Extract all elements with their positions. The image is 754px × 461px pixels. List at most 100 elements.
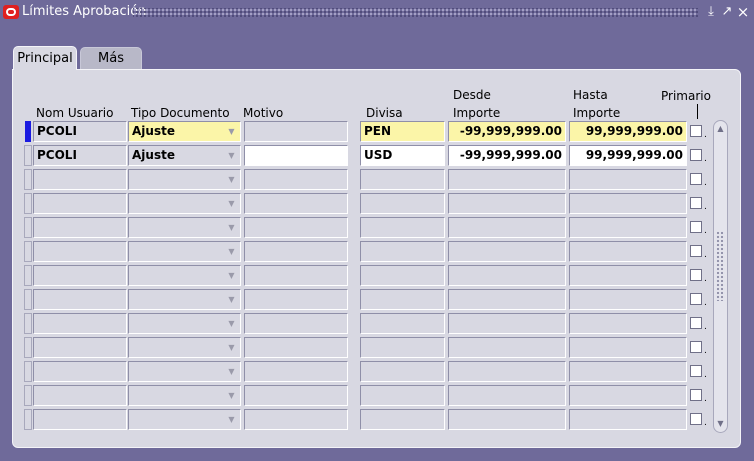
chevron-down-icon[interactable]: ▼ — [225, 365, 238, 378]
chevron-down-icon[interactable]: ▼ — [225, 413, 238, 426]
from-amount-field[interactable] — [448, 193, 566, 214]
currency-field[interactable] — [360, 337, 445, 358]
to-amount-field[interactable]: 99,999,999.00 — [569, 145, 687, 166]
record-indicator[interactable] — [24, 337, 32, 358]
to-amount-field[interactable] — [569, 409, 687, 430]
chevron-down-icon[interactable]: ▼ — [225, 125, 238, 138]
chevron-down-icon[interactable]: ▼ — [225, 293, 238, 306]
user-field[interactable] — [33, 241, 127, 262]
record-indicator[interactable] — [24, 313, 32, 334]
user-field[interactable]: PCOLI — [33, 121, 127, 142]
reason-field[interactable] — [244, 337, 348, 358]
record-indicator[interactable] — [24, 241, 32, 262]
chevron-down-icon[interactable]: ▼ — [225, 341, 238, 354]
user-field[interactable]: PCOLI — [33, 145, 127, 166]
arrow-up-icon[interactable]: ▲ — [715, 123, 726, 135]
primary-checkbox[interactable] — [690, 389, 702, 401]
close-icon[interactable]: × — [736, 4, 750, 20]
primary-checkbox[interactable] — [690, 269, 702, 281]
primary-checkbox[interactable] — [690, 365, 702, 377]
from-amount-field[interactable] — [448, 313, 566, 334]
to-amount-field[interactable] — [569, 385, 687, 406]
minimize-icon[interactable]: ⤓ — [704, 4, 718, 20]
currency-field[interactable]: USD — [360, 145, 445, 166]
currency-field[interactable] — [360, 361, 445, 382]
to-amount-field[interactable] — [569, 289, 687, 310]
reason-field[interactable] — [244, 193, 348, 214]
currency-field[interactable] — [360, 313, 445, 334]
to-amount-field[interactable] — [569, 169, 687, 190]
currency-field[interactable] — [360, 265, 445, 286]
title-grip[interactable] — [133, 8, 698, 17]
record-indicator[interactable] — [24, 289, 32, 310]
chevron-down-icon[interactable]: ▼ — [225, 173, 238, 186]
from-amount-field[interactable]: -99,999,999.00 — [448, 145, 566, 166]
chevron-down-icon[interactable]: ▼ — [225, 197, 238, 210]
primary-checkbox[interactable] — [690, 197, 702, 209]
from-amount-field[interactable] — [448, 265, 566, 286]
primary-checkbox[interactable] — [690, 413, 702, 425]
record-indicator[interactable] — [24, 193, 32, 214]
record-indicator[interactable] — [24, 265, 32, 286]
chevron-down-icon[interactable]: ▼ — [225, 221, 238, 234]
record-indicator[interactable] — [24, 385, 32, 406]
user-field[interactable] — [33, 265, 127, 286]
chevron-down-icon[interactable]: ▼ — [225, 269, 238, 282]
tab-principal[interactable]: Principal — [13, 46, 77, 70]
to-amount-field[interactable] — [569, 337, 687, 358]
primary-checkbox[interactable] — [690, 125, 702, 137]
reason-field[interactable] — [244, 409, 348, 430]
user-field[interactable] — [33, 169, 127, 190]
from-amount-field[interactable]: -99,999,999.00 — [448, 121, 566, 142]
reason-field[interactable] — [244, 265, 348, 286]
doc-type-select[interactable]: ▼ — [128, 193, 241, 214]
primary-checkbox[interactable] — [690, 173, 702, 185]
reason-field[interactable] — [244, 145, 348, 166]
record-indicator[interactable] — [24, 169, 32, 190]
scroll-thumb[interactable] — [716, 231, 725, 301]
from-amount-field[interactable] — [448, 217, 566, 238]
primary-checkbox[interactable] — [690, 293, 702, 305]
doc-type-select[interactable]: Ajuste ▼ — [128, 121, 241, 142]
to-amount-field[interactable] — [569, 241, 687, 262]
currency-field[interactable] — [360, 409, 445, 430]
reason-field[interactable] — [244, 169, 348, 190]
record-indicator[interactable] — [24, 217, 32, 238]
reason-field[interactable] — [244, 121, 348, 142]
to-amount-field[interactable] — [569, 193, 687, 214]
reason-field[interactable] — [244, 289, 348, 310]
currency-field[interactable]: PEN — [360, 121, 445, 142]
reason-field[interactable] — [244, 361, 348, 382]
reason-field[interactable] — [244, 217, 348, 238]
user-field[interactable] — [33, 385, 127, 406]
user-field[interactable] — [33, 289, 127, 310]
user-field[interactable] — [33, 409, 127, 430]
currency-field[interactable] — [360, 169, 445, 190]
from-amount-field[interactable] — [448, 409, 566, 430]
currency-field[interactable] — [360, 193, 445, 214]
maximize-icon[interactable]: ↗ — [720, 4, 734, 20]
vertical-scrollbar[interactable]: ▲ ▼ — [713, 120, 728, 433]
primary-checkbox[interactable] — [690, 341, 702, 353]
doc-type-select[interactable]: ▼ — [128, 385, 241, 406]
user-field[interactable] — [33, 193, 127, 214]
record-indicator[interactable] — [24, 409, 32, 430]
primary-checkbox[interactable] — [690, 149, 702, 161]
doc-type-select[interactable]: ▼ — [128, 265, 241, 286]
to-amount-field[interactable] — [569, 265, 687, 286]
user-field[interactable] — [33, 361, 127, 382]
doc-type-select[interactable]: ▼ — [128, 361, 241, 382]
user-field[interactable] — [33, 313, 127, 334]
from-amount-field[interactable] — [448, 169, 566, 190]
doc-type-select[interactable]: ▼ — [128, 217, 241, 238]
chevron-down-icon[interactable]: ▼ — [225, 245, 238, 258]
chevron-down-icon[interactable]: ▼ — [225, 317, 238, 330]
record-indicator[interactable] — [24, 145, 32, 166]
primary-checkbox[interactable] — [690, 245, 702, 257]
record-indicator[interactable] — [24, 361, 32, 382]
from-amount-field[interactable] — [448, 385, 566, 406]
currency-field[interactable] — [360, 241, 445, 262]
arrow-down-icon[interactable]: ▼ — [715, 418, 726, 430]
doc-type-select[interactable]: ▼ — [128, 241, 241, 262]
reason-field[interactable] — [244, 241, 348, 262]
